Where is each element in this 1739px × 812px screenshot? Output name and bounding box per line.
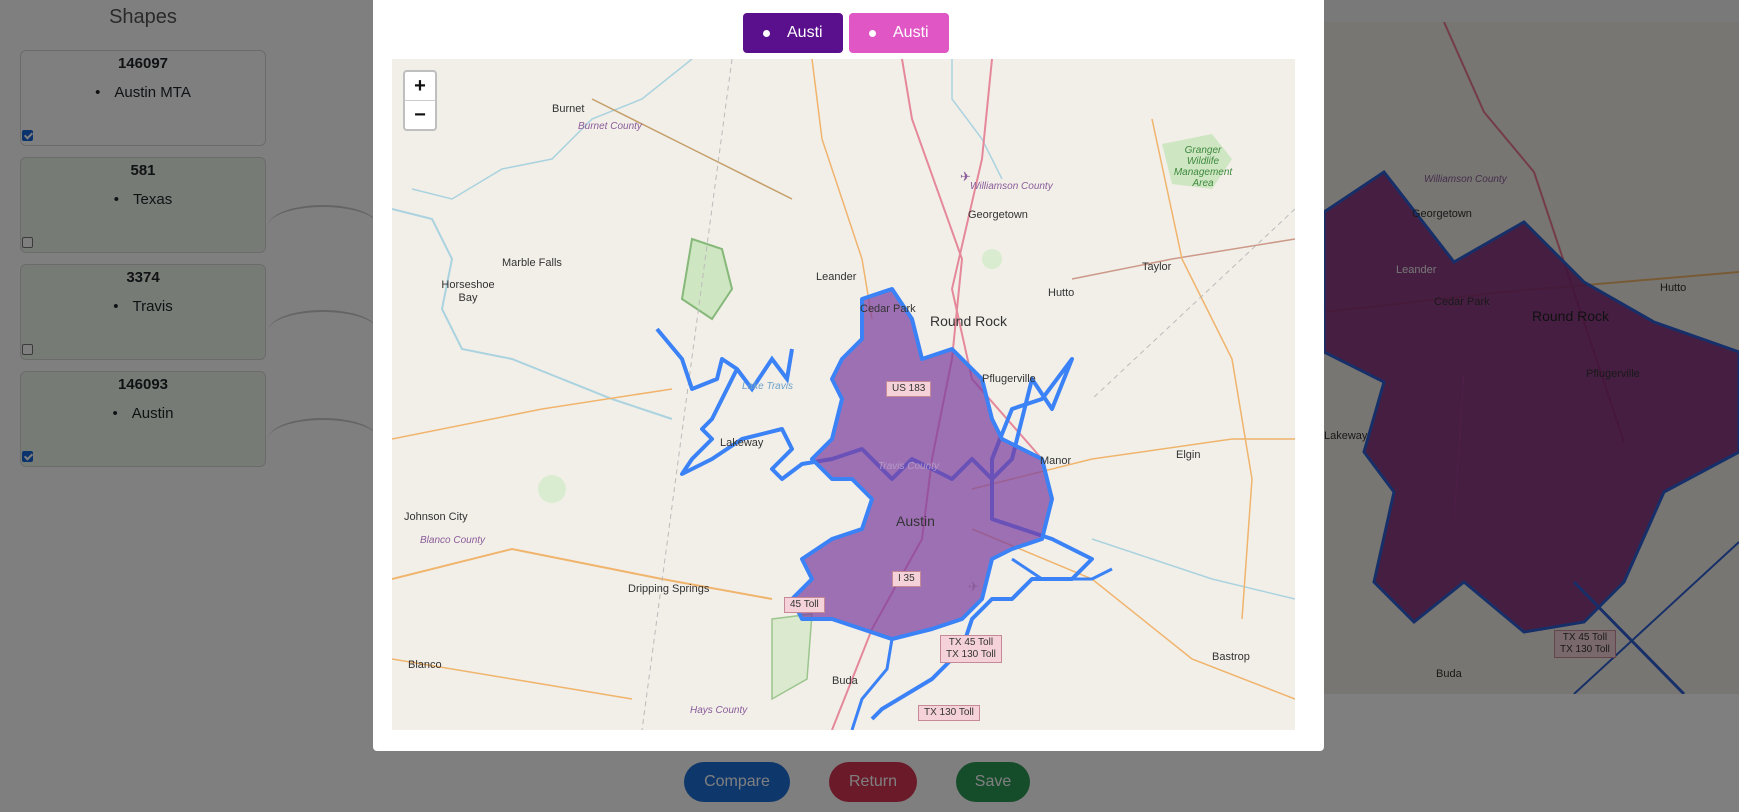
map-label-johnson-city: Johnson City bbox=[404, 511, 468, 523]
map-label-buda: Buda bbox=[832, 675, 858, 687]
map-label-dripping-springs: Dripping Springs bbox=[628, 583, 710, 595]
map-label-elgin: Elgin bbox=[1176, 449, 1201, 461]
map-modal: Austi Austi + − Burnet Burnet County Mar… bbox=[373, 0, 1324, 751]
map-label-burnet: Burnet bbox=[552, 103, 585, 115]
map-label-blanco-county: Blanco County bbox=[420, 535, 486, 546]
map-label-round-rock: Round Rock bbox=[930, 313, 1008, 329]
bullet-icon bbox=[869, 30, 876, 37]
map-label-bastrop: Bastrop bbox=[1212, 651, 1250, 663]
map-label-cedar-park: Cedar Park bbox=[860, 303, 916, 315]
map-label-leander: Leander bbox=[816, 271, 857, 283]
map-label-manor: Manor bbox=[1040, 455, 1072, 467]
map-label-austin: Austin bbox=[896, 513, 935, 529]
map-label-marble-falls: Marble Falls bbox=[502, 257, 562, 269]
airport-icon: ✈ bbox=[960, 169, 971, 184]
map-label-georgetown: Georgetown bbox=[968, 209, 1028, 221]
map-label-lakeway: Lakeway bbox=[720, 437, 764, 449]
legend-label: Austi bbox=[787, 24, 823, 41]
bullet-icon bbox=[763, 30, 770, 37]
road-shield-us183: US 183 bbox=[886, 381, 932, 397]
legend-label: Austi bbox=[893, 24, 929, 41]
map-label-travis-county: Travis County bbox=[878, 461, 939, 472]
road-shield-tx45-sw: 45 Toll bbox=[784, 597, 825, 613]
map-label-hutto: Hutto bbox=[1048, 287, 1075, 299]
zoom-control: + − bbox=[403, 70, 437, 131]
map-label-pflugerville: Pflugerville bbox=[982, 373, 1036, 385]
zoom-in-button[interactable]: + bbox=[405, 72, 435, 100]
airport-icon: ✈ bbox=[968, 579, 979, 594]
map-label-williamson-county: Williamson County bbox=[970, 181, 1053, 192]
map-label-lake-travis: Lake Travis bbox=[742, 381, 793, 392]
map-label-horseshoe-bay: Horseshoe Bay bbox=[441, 279, 495, 304]
road-shield-tx45-tx130: TX 45 Toll TX 130 Toll bbox=[940, 635, 1002, 663]
shield-text: TX 45 Toll bbox=[948, 637, 994, 648]
shield-text: TX 130 Toll bbox=[946, 649, 996, 660]
map-label-blanco: Blanco bbox=[408, 659, 442, 671]
map-label-hays-county: Hays County bbox=[690, 705, 748, 716]
legend-toggle-austin-2[interactable]: Austi bbox=[849, 13, 949, 53]
map-view[interactable]: + − Burnet Burnet County Marble Falls Ho… bbox=[392, 59, 1295, 730]
map-label-burnet-county: Burnet County bbox=[578, 121, 642, 132]
road-shield-i35: I 35 bbox=[892, 571, 921, 587]
road-shield-tx130: TX 130 Toll bbox=[918, 705, 980, 721]
map-tiles bbox=[392, 59, 1295, 730]
zoom-out-button[interactable]: − bbox=[405, 100, 435, 129]
map-label-taylor: Taylor bbox=[1142, 261, 1172, 273]
legend-toggle-austin-1[interactable]: Austi bbox=[743, 13, 843, 53]
map-label-granger: Granger Wildlife Management Area bbox=[1173, 145, 1233, 189]
